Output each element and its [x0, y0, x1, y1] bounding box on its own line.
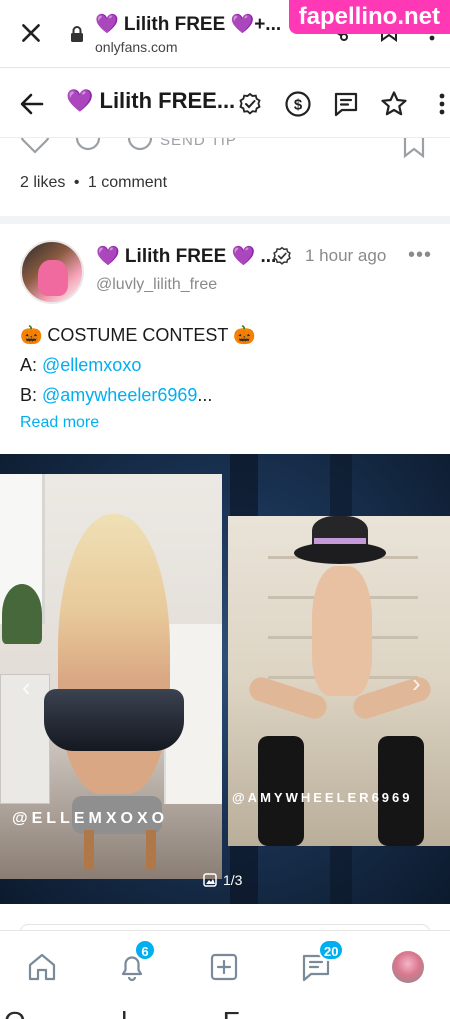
skirt: [44, 689, 184, 751]
post-text-line: 🎃 COSTUME CONTEST 🎃: [20, 325, 256, 345]
stool-leg: [146, 830, 156, 870]
browser-page-title: 💜 Lilith FREE 💜+...: [95, 14, 282, 35]
close-icon[interactable]: [18, 20, 44, 46]
post-more-icon[interactable]: •••: [408, 244, 432, 267]
star-icon[interactable]: [380, 90, 408, 118]
nav-add-post[interactable]: [204, 947, 244, 987]
image-icon: [203, 873, 217, 887]
cut-off-text-content: O . l . F . . . . / . . . . . . l: [4, 1006, 450, 1019]
profile-avatar: [392, 951, 424, 983]
image-watermark-right: @AMYWHEELER6969: [232, 790, 413, 805]
author-handle[interactable]: @luvly_lilith_free: [96, 276, 217, 294]
heart-icon[interactable]: [20, 138, 50, 154]
cut-off-text: O . l . F . . . . / . . . . . . l: [0, 1000, 450, 1019]
post-body: 🎃 COSTUME CONTEST 🎃 A: @ellemxoxo B: @am…: [20, 320, 256, 410]
lock-icon: [71, 26, 83, 42]
separator-dot: •: [73, 174, 80, 191]
person-figure: [312, 566, 372, 696]
carousel-next-icon[interactable]: ›: [412, 668, 421, 699]
author-avatar[interactable]: [20, 240, 84, 304]
witch-hat-band: [314, 538, 366, 544]
header-actions: $: [236, 90, 450, 118]
kebab-menu-icon[interactable]: [428, 90, 450, 118]
post-timestamp: 1 hour ago: [305, 246, 387, 265]
bottom-navigation: 6 20: [0, 930, 450, 1000]
post-text-line: B: @amywheeler6969...: [20, 380, 256, 410]
comments-count[interactable]: 1 comment: [88, 174, 167, 191]
nav-notifications[interactable]: 6: [112, 939, 156, 987]
browser-toolbar: 💜 Lilith FREE 💜+... onlyfans.com fapelli…: [0, 0, 450, 68]
mention-link[interactable]: @amywheeler6969: [42, 385, 197, 405]
post-header: 💜 Lilith FREE 💜 ... 1 hour ago ••• @luvl…: [20, 240, 432, 306]
notifications-badge: 6: [134, 939, 156, 961]
bookmark-outline-icon[interactable]: [402, 138, 426, 158]
nav-messages[interactable]: 20: [296, 939, 345, 987]
tip-dollar-icon[interactable]: [126, 138, 154, 154]
home-icon: [28, 953, 56, 981]
add-square-icon: [210, 953, 238, 981]
avatar-figure: [38, 260, 68, 296]
option-a-prefix: A:: [20, 355, 43, 375]
site-watermark: fapellino.net: [288, 0, 450, 34]
message-icon[interactable]: [332, 90, 360, 118]
app-header: 💜 Lilith FREE... $: [0, 68, 450, 138]
witch-hat-brim: [294, 542, 386, 564]
post-media[interactable]: @ELLEMXOXO @AMYWHEELER6969 ‹ › 1/3: [0, 454, 450, 904]
browser-url[interactable]: onlyfans.com: [95, 39, 177, 55]
dollar-tip-icon[interactable]: $: [284, 90, 312, 118]
nav-profile[interactable]: [388, 947, 428, 987]
ellipsis: ...: [197, 385, 213, 405]
back-arrow-icon[interactable]: [18, 90, 46, 118]
verified-badge-icon: [236, 90, 264, 118]
plant: [2, 584, 42, 644]
svg-text:$: $: [294, 97, 303, 114]
nav-home[interactable]: [22, 947, 62, 987]
previous-post-actions: SEND TIP: [0, 138, 450, 158]
likes-count[interactable]: 2 likes: [20, 174, 65, 191]
post-text-line: A: @ellemxoxo: [20, 350, 256, 380]
collage-photo-left: @ELLEMXOXO: [0, 474, 222, 879]
carousel-prev-icon[interactable]: ‹: [22, 672, 31, 703]
post-divider: [0, 216, 450, 224]
messages-badge: 20: [318, 939, 345, 961]
author-name[interactable]: 💜 Lilith FREE 💜 ...: [96, 244, 276, 268]
send-tip-label[interactable]: SEND TIP: [160, 138, 237, 149]
verified-icon: [273, 246, 291, 265]
likes-comments-summary: 2 likes • 1 comment: [20, 174, 167, 192]
read-more-link[interactable]: Read more: [20, 414, 99, 432]
mention-link[interactable]: @ellemxoxo: [42, 355, 141, 375]
media-counter: 1/3: [203, 872, 242, 888]
page-title: 💜 Lilith FREE...: [66, 88, 236, 113]
stool-leg: [84, 830, 94, 870]
image-watermark-left: @ELLEMXOXO: [12, 810, 169, 827]
option-b-prefix: B:: [20, 385, 43, 405]
media-counter-text: 1/3: [223, 872, 243, 888]
comment-icon[interactable]: [74, 138, 102, 154]
person-figure: [58, 514, 170, 794]
